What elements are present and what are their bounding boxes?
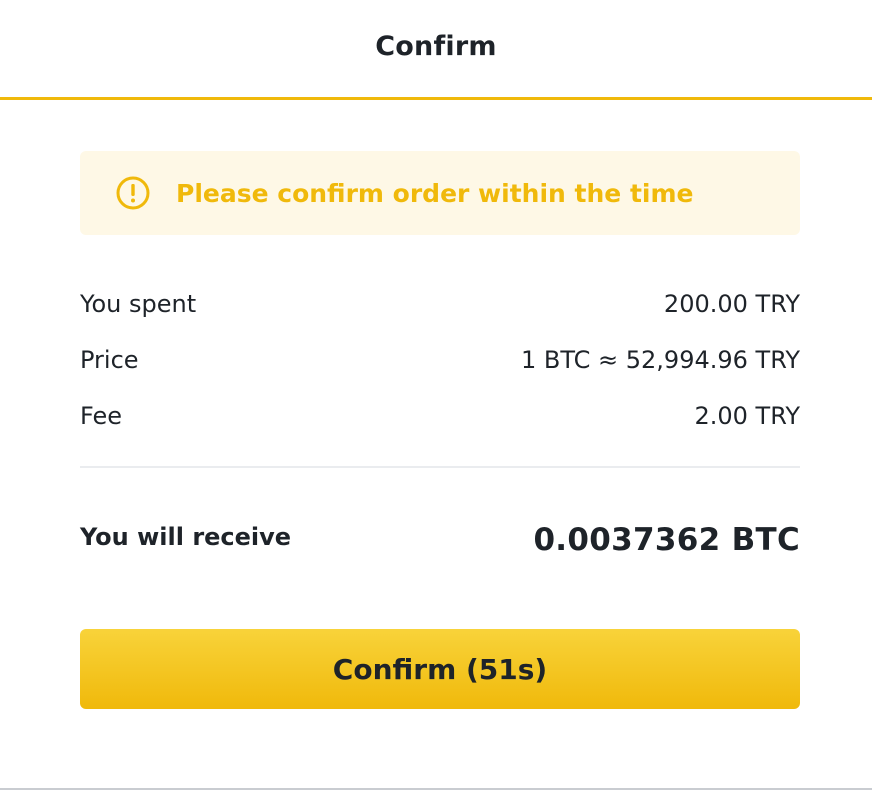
detail-label: You spent [80, 290, 197, 318]
dialog-title: Confirm [375, 31, 497, 62]
receive-amount: 0.0037362 BTC [533, 522, 800, 558]
detail-row-spent: You spent 200.00 TRY [80, 286, 800, 322]
detail-label: Price [80, 346, 139, 374]
detail-label: Fee [80, 402, 123, 430]
detail-value: 200.00 TRY [663, 290, 800, 318]
detail-value: 2.00 TRY [694, 402, 800, 430]
exclamation-circle-icon [116, 176, 150, 210]
detail-value: 1 BTC ≈ 52,994.96 TRY [521, 346, 800, 374]
divider [80, 466, 800, 468]
notice-text: Please confirm order within the time [176, 178, 694, 208]
confirm-button[interactable]: Confirm (51s) [80, 629, 800, 709]
detail-row-fee: Fee 2.00 TRY [80, 398, 800, 434]
detail-row-price: Price 1 BTC ≈ 52,994.96 TRY [80, 342, 800, 378]
receive-row: You will receive 0.0037362 BTC [80, 516, 800, 564]
time-notice-banner: Please confirm order within the time [80, 151, 800, 235]
receive-label: You will receive [80, 523, 292, 551]
dialog-header: Confirm [0, 0, 872, 100]
